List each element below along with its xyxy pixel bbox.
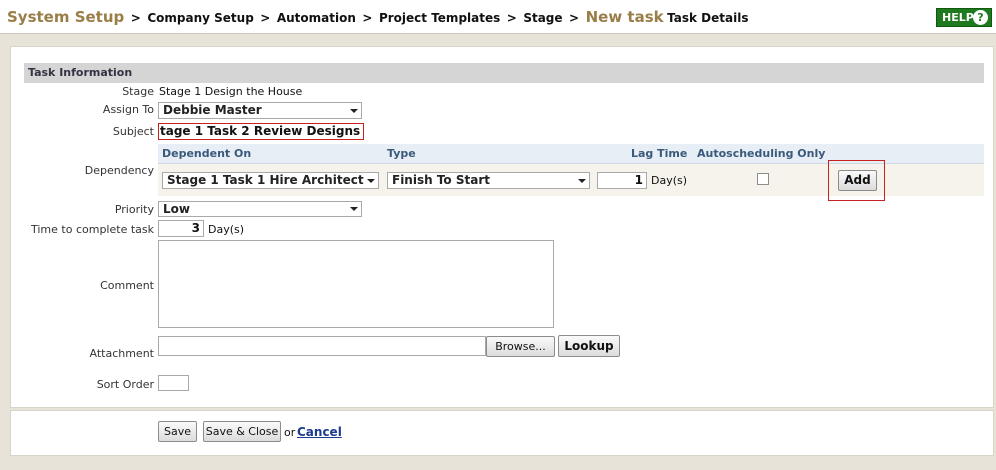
autoscheduling-checkbox[interactable] xyxy=(757,173,769,185)
chevron-down-icon xyxy=(578,178,586,183)
comment-label: Comment xyxy=(100,279,154,292)
assign-to-value: Debbie Master xyxy=(163,103,262,117)
lag-time-unit: Day(s) xyxy=(651,174,688,187)
time-to-complete-label: Time to complete task xyxy=(31,223,154,236)
breadcrumb-separator: > xyxy=(362,11,373,25)
page-title: New task xyxy=(585,8,664,26)
subject-input[interactable]: tage 1 Task 2 Review Designs xyxy=(158,123,364,140)
assign-to-label: Assign To xyxy=(102,103,154,116)
attachment-label: Attachment xyxy=(89,347,155,360)
save-and-close-button[interactable]: Save & Close xyxy=(203,421,281,442)
section-header: Task Information xyxy=(24,63,984,83)
type-header: Type xyxy=(387,147,416,160)
stage-value: Stage 1 Design the House xyxy=(159,85,303,98)
chevron-down-icon xyxy=(350,207,358,211)
priority-select[interactable]: Low xyxy=(158,201,362,217)
save-button[interactable]: Save xyxy=(158,421,197,442)
priority-label: Priority xyxy=(114,203,154,216)
add-dependency-button[interactable]: Add xyxy=(838,170,877,191)
stage-label: Stage xyxy=(122,85,154,98)
time-to-complete-input[interactable]: 3 xyxy=(158,220,204,237)
dependency-type-value: Finish To Start xyxy=(392,173,490,187)
dependent-on-select[interactable]: Stage 1 Task 1 Hire Architect xyxy=(162,172,379,189)
breadcrumb-separator: > xyxy=(130,11,141,25)
or-text: or xyxy=(284,426,296,439)
dependency-label: Dependency xyxy=(84,164,154,177)
breadcrumb-item-project-templates[interactable]: Project Templates xyxy=(379,11,500,25)
sort-order-label: Sort Order xyxy=(96,378,154,391)
lag-time-input[interactable]: 1 xyxy=(597,172,647,189)
breadcrumb-separator: > xyxy=(569,11,580,25)
cancel-link[interactable]: Cancel xyxy=(297,425,342,439)
page-subtitle: Task Details xyxy=(667,11,749,25)
assign-to-select[interactable]: Debbie Master xyxy=(158,102,362,119)
time-to-complete-unit: Day(s) xyxy=(208,223,245,236)
breadcrumb-root[interactable]: System Setup xyxy=(7,8,124,26)
page-header: System Setup > Company Setup > Automatio… xyxy=(0,0,996,34)
breadcrumb-item-company-setup[interactable]: Company Setup xyxy=(147,11,253,25)
dependent-on-header: Dependent On xyxy=(162,147,252,160)
help-label: HELP xyxy=(942,11,974,24)
dependency-type-select[interactable]: Finish To Start xyxy=(387,172,590,189)
comment-textarea[interactable] xyxy=(158,240,554,328)
browse-button[interactable]: Browse... xyxy=(486,336,555,357)
subject-label: Subject xyxy=(112,125,154,138)
help-button[interactable]: HELP ? xyxy=(936,8,992,27)
breadcrumb-item-stage[interactable]: Stage xyxy=(523,11,562,25)
chevron-down-icon xyxy=(367,178,375,183)
priority-value: Low xyxy=(163,202,190,216)
breadcrumb-item-automation[interactable]: Automation xyxy=(277,11,356,25)
autoscheduling-header: Autoscheduling Only xyxy=(697,147,826,160)
dependent-on-value: Stage 1 Task 1 Hire Architect xyxy=(167,173,364,187)
breadcrumb-separator: > xyxy=(260,11,271,25)
help-question-icon: ? xyxy=(973,10,988,25)
lookup-button[interactable]: Lookup xyxy=(558,335,620,357)
sort-order-input[interactable] xyxy=(158,375,189,391)
breadcrumb: System Setup > Company Setup > Automatio… xyxy=(7,8,748,26)
lag-time-header: Lag Time xyxy=(631,147,688,160)
chevron-down-icon xyxy=(350,108,358,113)
breadcrumb-separator: > xyxy=(506,11,517,25)
attachment-input[interactable] xyxy=(158,336,486,356)
